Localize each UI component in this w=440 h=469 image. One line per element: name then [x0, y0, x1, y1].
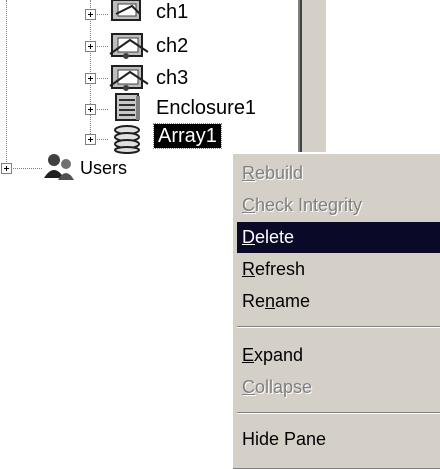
tree-node-label-selected[interactable]: Array1: [153, 123, 222, 149]
menu-item-rebuild[interactable]: Rebuild: [237, 158, 440, 189]
array-icon: [112, 124, 146, 159]
menu-item-check-integrity[interactable]: Check Integrity: [237, 190, 440, 221]
users-icon: [42, 152, 78, 187]
expand-toggle-ch1[interactable]: [85, 9, 96, 20]
menu-item-rename[interactable]: Rename: [237, 286, 440, 317]
menu-item-refresh[interactable]: Refresh: [237, 254, 440, 285]
menu-separator: [237, 326, 440, 328]
menu-separator: [237, 412, 440, 414]
tree-root-line: [6, 0, 7, 168]
tree-node-label[interactable]: ch2: [156, 34, 188, 58]
tree-branch-line: [90, 0, 91, 140]
expand-toggle-ch2[interactable]: [85, 41, 96, 52]
channel-icon: [108, 0, 152, 29]
expand-toggle-users[interactable]: [1, 163, 12, 174]
menu-item-hide-pane[interactable]: Hide Pane: [237, 424, 440, 455]
tree-node-label[interactable]: ch3: [156, 66, 188, 90]
menu-item-delete[interactable]: Delete: [237, 222, 440, 253]
tree-node-label[interactable]: Users: [80, 156, 127, 180]
tree-node-label[interactable]: ch1: [156, 0, 188, 24]
menu-item-collapse[interactable]: Collapse: [237, 372, 440, 403]
channel-icon: [108, 32, 152, 65]
menu-item-expand[interactable]: Expand: [237, 340, 440, 371]
expand-toggle-enclosure1[interactable]: [85, 104, 96, 115]
context-menu: Rebuild Check Integrity Delete Refresh R…: [231, 152, 440, 469]
expand-toggle-array1[interactable]: [85, 134, 96, 145]
enclosure-icon: [112, 92, 144, 127]
expand-toggle-ch3[interactable]: [85, 73, 96, 84]
tree-node-label[interactable]: Enclosure1: [156, 96, 256, 120]
